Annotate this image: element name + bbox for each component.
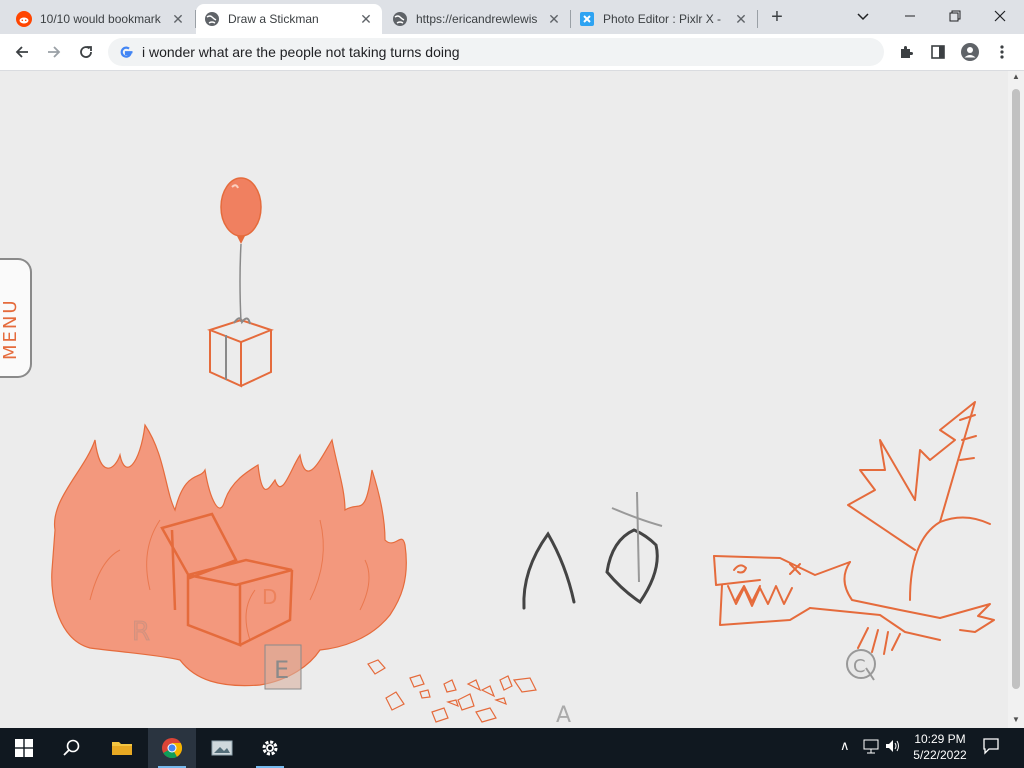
scroll-up-icon[interactable]: ▲ bbox=[1012, 73, 1020, 81]
menu-button[interactable] bbox=[988, 38, 1016, 66]
restore-button[interactable] bbox=[937, 4, 973, 28]
extensions-button[interactable] bbox=[892, 38, 920, 66]
tab-draw-a-stickman[interactable]: Draw a Stickman ✕ bbox=[196, 4, 382, 34]
close-icon[interactable]: ✕ bbox=[358, 11, 374, 27]
minimize-button[interactable] bbox=[892, 4, 928, 28]
settings-button[interactable] bbox=[246, 728, 294, 768]
tab-divider bbox=[757, 10, 758, 28]
globe-icon bbox=[204, 11, 220, 27]
gift-box[interactable] bbox=[207, 317, 274, 388]
close-window-button[interactable] bbox=[982, 4, 1018, 28]
settings-gear-icon bbox=[262, 740, 278, 756]
more-vert-icon bbox=[1000, 45, 1004, 59]
fire[interactable] bbox=[51, 423, 407, 687]
taskbar: ∧ 10:29 PM 5/22/2022 bbox=[0, 728, 1024, 768]
chrome-taskbar-button[interactable] bbox=[148, 728, 196, 768]
volume-icon[interactable] bbox=[884, 737, 902, 758]
omnibox-text: i wonder what are the people not taking … bbox=[142, 44, 460, 60]
drawing-canvas[interactable]: R D E A C MENU bbox=[0, 71, 1024, 728]
pixlr-icon bbox=[579, 11, 595, 27]
back-button[interactable] bbox=[8, 38, 36, 66]
letter-r: R bbox=[132, 617, 150, 647]
menu-tab[interactable]: MENU bbox=[0, 258, 32, 378]
reddit-icon bbox=[16, 11, 32, 27]
close-icon[interactable]: ✕ bbox=[733, 11, 749, 27]
profile-button[interactable] bbox=[956, 38, 984, 66]
tab-title: Draw a Stickman bbox=[228, 12, 319, 26]
forward-button[interactable] bbox=[40, 38, 68, 66]
tab-pixlr[interactable]: Photo Editor : Pixlr X - ✕ bbox=[571, 4, 757, 34]
windows-start-icon bbox=[15, 739, 33, 757]
taskbar-search-button[interactable] bbox=[48, 728, 96, 768]
notifications-icon[interactable] bbox=[982, 737, 1000, 758]
system-clock[interactable]: 10:29 PM 5/22/2022 bbox=[906, 731, 974, 763]
tab-title: https://ericandrewlewis bbox=[416, 12, 538, 26]
letter-c-circle: C bbox=[846, 649, 876, 681]
globe-icon bbox=[392, 11, 408, 27]
tab-reddit[interactable]: 10/10 would bookmark ✕ bbox=[8, 4, 194, 34]
reload-icon bbox=[80, 46, 92, 58]
scrollbar-thumb[interactable] bbox=[1012, 89, 1020, 689]
clock-time: 10:29 PM bbox=[914, 732, 966, 746]
network-icon[interactable] bbox=[862, 737, 880, 758]
chevron-up-icon[interactable]: ∧ bbox=[840, 738, 850, 754]
avatar-icon bbox=[961, 43, 979, 61]
confetti[interactable] bbox=[367, 659, 537, 723]
google-icon bbox=[118, 44, 134, 60]
balloon[interactable] bbox=[220, 177, 262, 323]
letter-a: A bbox=[556, 703, 571, 728]
minimize-icon bbox=[905, 15, 915, 17]
vertical-scrollbar[interactable]: ▲ ▼ bbox=[1008, 71, 1024, 728]
start-button[interactable] bbox=[0, 728, 48, 768]
file-explorer-icon bbox=[112, 742, 132, 755]
chevron-down-icon bbox=[857, 13, 869, 21]
chrome-icon bbox=[162, 738, 183, 759]
tab-ericandrewlewis[interactable]: https://ericandrewlewis ✕ bbox=[384, 4, 570, 34]
close-icon[interactable]: ✕ bbox=[170, 11, 186, 27]
reload-button[interactable] bbox=[72, 38, 100, 66]
tab-search-button[interactable] bbox=[845, 4, 881, 28]
tab-strip: 10/10 would bookmark ✕ Draw a Stickman ✕… bbox=[0, 0, 1024, 34]
file-explorer-button[interactable] bbox=[98, 728, 146, 768]
clock-date: 5/22/2022 bbox=[913, 748, 967, 762]
tab-title: 10/10 would bookmark bbox=[40, 12, 161, 26]
arrow-left-icon bbox=[15, 46, 28, 58]
menu-label: MENU bbox=[0, 298, 21, 360]
letter-d: D bbox=[262, 585, 277, 609]
side-panel-button[interactable] bbox=[924, 38, 952, 66]
close-icon[interactable]: ✕ bbox=[546, 11, 562, 27]
arrow-right-icon bbox=[48, 46, 61, 58]
svg-text:C: C bbox=[853, 656, 866, 677]
dragon[interactable] bbox=[713, 401, 995, 655]
close-icon bbox=[994, 10, 1006, 22]
tab-title: Photo Editor : Pixlr X - bbox=[603, 12, 722, 26]
puzzle-icon bbox=[901, 46, 913, 58]
side-panel-icon bbox=[931, 45, 945, 59]
stickman-scene: R D E A C bbox=[51, 177, 995, 728]
restore-icon bbox=[949, 10, 961, 22]
scroll-down-icon[interactable]: ▼ bbox=[1012, 716, 1020, 724]
address-bar[interactable]: i wonder what are the people not taking … bbox=[108, 38, 884, 66]
photos-button[interactable] bbox=[198, 728, 246, 768]
new-tab-button[interactable]: + bbox=[766, 6, 788, 28]
browser-toolbar: i wonder what are the people not taking … bbox=[0, 34, 1024, 71]
search-icon bbox=[63, 739, 80, 756]
letter-e-block: E bbox=[264, 644, 302, 690]
svg-text:E: E bbox=[274, 656, 289, 684]
photos-icon bbox=[211, 740, 233, 756]
